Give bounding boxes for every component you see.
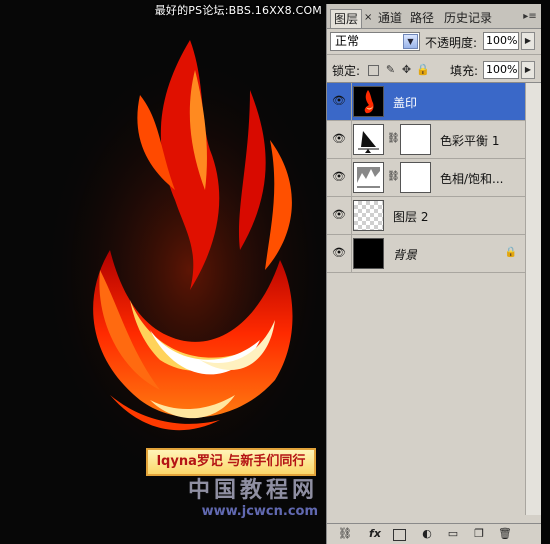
divider bbox=[351, 121, 352, 158]
layer-name[interactable]: 色彩平衡 1 bbox=[440, 132, 499, 149]
link-layers-icon[interactable]: ⛓ bbox=[337, 527, 353, 541]
blend-row: 正常 ▼ 不透明度: 100% ▶ bbox=[330, 32, 538, 54]
folder-icon[interactable]: ▭ bbox=[445, 527, 461, 541]
layer-row-layer-2[interactable]: 👁 图层 2 bbox=[327, 197, 525, 235]
flame-thumb-icon bbox=[364, 90, 374, 114]
layer-name[interactable]: 盖印 bbox=[393, 94, 417, 111]
color-balance-icon bbox=[358, 131, 379, 153]
hue-saturation-icon bbox=[357, 167, 380, 188]
adjustment-thumbnail bbox=[353, 162, 384, 193]
chevron-down-icon[interactable]: ▼ bbox=[403, 34, 418, 49]
watermark-top: 最好的PS论坛:BBS.16XX8.COM bbox=[154, 4, 322, 17]
site-watermark: 中国教程网 www.jcwcn.com bbox=[188, 478, 318, 520]
divider bbox=[351, 159, 352, 196]
tab-history[interactable]: 历史记录 bbox=[441, 9, 495, 28]
lock-move-icon[interactable]: ✥ bbox=[400, 63, 413, 76]
eye-icon[interactable]: 👁 bbox=[331, 131, 347, 147]
watermark-url: www.jcwcn.com bbox=[201, 504, 318, 520]
adjustment-layer-icon[interactable]: ◐ bbox=[419, 527, 435, 541]
tab-layers[interactable]: 图层 bbox=[330, 9, 363, 28]
layers-panel: 图层 × 通道 路径 历史记录 ▸≡ 正常 ▼ 不透明度: 100% ▶ 锁定:… bbox=[326, 4, 541, 544]
layer-mask-thumbnail[interactable] bbox=[400, 162, 431, 193]
layer-mask-thumbnail[interactable] bbox=[400, 124, 431, 155]
blend-mode-value: 正常 bbox=[335, 34, 360, 48]
layer-thumbnail-black bbox=[353, 238, 384, 269]
caption-label: lqyna罗记 与新手们同行 bbox=[146, 448, 316, 476]
layer-name[interactable]: 色相/饱和... bbox=[440, 170, 504, 187]
divider bbox=[351, 197, 352, 234]
eye-icon[interactable]: 👁 bbox=[331, 93, 347, 109]
panel-menu-icon[interactable]: ▸≡ bbox=[523, 11, 537, 23]
lock-label: 锁定: bbox=[332, 64, 361, 78]
layer-thumbnail-transparent bbox=[353, 200, 384, 231]
layer-name[interactable]: 背景 bbox=[393, 246, 417, 263]
layer-name[interactable]: 图层 2 bbox=[393, 208, 428, 225]
watermark-cn: 中国教程网 bbox=[187, 478, 318, 503]
divider bbox=[327, 54, 541, 55]
layer-row-stamp[interactable]: 👁 盖印 bbox=[327, 83, 525, 121]
opacity-input[interactable]: 100% bbox=[483, 32, 519, 50]
tab-paths[interactable]: 路径 bbox=[407, 9, 437, 28]
tab-channels[interactable]: 通道 bbox=[375, 9, 405, 28]
layer-row-color-balance[interactable]: 👁 ⛓ 色彩平衡 1 bbox=[327, 121, 525, 159]
lock-row: 锁定: ✎ ✥ 🔒 填充: 100% ▶ bbox=[330, 59, 538, 81]
divider bbox=[351, 235, 352, 272]
fx-icon[interactable]: fx bbox=[367, 527, 383, 541]
layer-list: 👁 盖印 👁 ⛓ 色彩平衡 1 👁 ⛓ 色相/饱和... 👁 图层 2 👁 背景… bbox=[327, 83, 525, 273]
new-layer-icon[interactable]: ❐ bbox=[471, 527, 487, 541]
layer-row-hue-saturation[interactable]: 👁 ⛓ 色相/饱和... bbox=[327, 159, 525, 197]
trash-icon[interactable]: 🗑 bbox=[497, 527, 513, 541]
eye-icon[interactable]: 👁 bbox=[331, 245, 347, 261]
layers-scrollbar[interactable] bbox=[525, 83, 541, 515]
layer-row-background[interactable]: 👁 背景 🔒 bbox=[327, 235, 525, 273]
layer-thumbnail-flame bbox=[353, 86, 384, 117]
fill-slider-button[interactable]: ▶ bbox=[521, 61, 535, 79]
eye-icon[interactable]: 👁 bbox=[331, 207, 347, 223]
add-mask-icon[interactable] bbox=[393, 529, 406, 541]
adjustment-thumbnail bbox=[353, 124, 384, 155]
opacity-label: 不透明度: bbox=[425, 36, 478, 50]
fill-input[interactable]: 100% bbox=[483, 61, 519, 79]
layer-lock-icon: 🔒 bbox=[504, 247, 517, 258]
lock-all-icon[interactable]: 🔒 bbox=[416, 63, 430, 76]
link-icon[interactable]: ⛓ bbox=[387, 170, 400, 184]
document-canvas[interactable]: 最好的PS论坛:BBS.16XX8.COM lqyna罗记 与新手们同行 中国教… bbox=[0, 0, 326, 544]
link-icon[interactable]: ⛓ bbox=[387, 132, 400, 146]
panel-tabs: 图层 × 通道 路径 历史记录 ▸≡ bbox=[327, 4, 541, 29]
blend-mode-select[interactable]: 正常 ▼ bbox=[330, 32, 420, 51]
eye-icon[interactable]: 👁 bbox=[331, 169, 347, 185]
lock-transparent-icon[interactable] bbox=[368, 65, 379, 76]
divider bbox=[351, 83, 352, 120]
close-tab-icon[interactable]: × bbox=[361, 9, 375, 28]
lock-brush-icon[interactable]: ✎ bbox=[384, 63, 397, 76]
panel-bottom-toolbar: ⛓ fx ◐ ▭ ❐ 🗑 bbox=[327, 523, 541, 544]
opacity-slider-button[interactable]: ▶ bbox=[521, 32, 535, 50]
fill-label: 填充: bbox=[450, 64, 479, 78]
